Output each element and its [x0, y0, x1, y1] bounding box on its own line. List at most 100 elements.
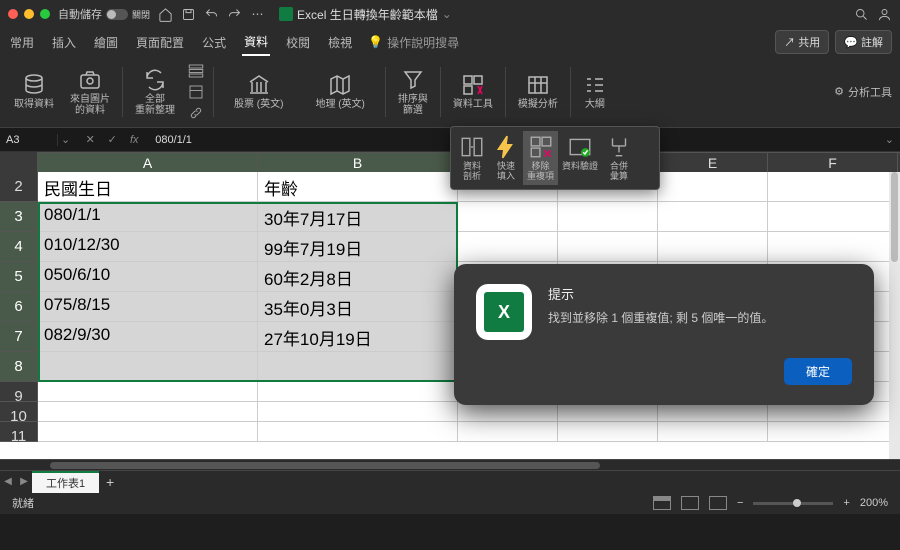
minimize-icon[interactable]	[24, 9, 34, 19]
cell-B10[interactable]	[258, 402, 458, 422]
account-icon[interactable]	[877, 7, 892, 22]
cell-F11[interactable]	[768, 422, 898, 442]
ok-button[interactable]: 確定	[784, 358, 852, 385]
queries-icon[interactable]	[187, 62, 205, 80]
row-header-5[interactable]: 5	[0, 262, 38, 292]
enter-icon[interactable]: ✓	[101, 129, 123, 151]
cell-B3[interactable]: 30年7月17日	[258, 202, 458, 232]
cell-C3[interactable]	[458, 202, 558, 232]
row-header-7[interactable]: 7	[0, 322, 38, 352]
sort-filter-button[interactable]: 排序與 篩選	[392, 61, 434, 123]
tab-校閱[interactable]: 校閱	[284, 30, 312, 55]
row-header-2[interactable]: 2	[0, 172, 38, 202]
horizontal-scrollbar[interactable]	[0, 459, 900, 470]
maximize-icon[interactable]	[40, 9, 50, 19]
next-sheet-icon[interactable]: ▶	[16, 476, 32, 487]
tab-資料[interactable]: 資料	[242, 29, 270, 56]
cell-D11[interactable]	[558, 422, 658, 442]
tab-公式[interactable]: 公式	[200, 30, 228, 55]
cell-F3[interactable]	[768, 202, 898, 232]
cell-A3[interactable]: 080/1/1	[38, 202, 258, 232]
add-sheet-button[interactable]: +	[99, 474, 121, 490]
cell-E10[interactable]	[658, 402, 768, 422]
tab-常用[interactable]: 常用	[8, 30, 36, 55]
cell-E11[interactable]	[658, 422, 768, 442]
geography-button[interactable]: 地理 (英文)	[301, 61, 378, 123]
zoom-in-button[interactable]: +	[843, 497, 849, 509]
sheet-tab-1[interactable]: 工作表1	[32, 471, 99, 493]
vertical-scrollbar[interactable]	[889, 172, 900, 459]
data-tools-button[interactable]: 資料工具	[447, 61, 499, 123]
autosave-toggle[interactable]: 自動儲存 關閉	[58, 6, 150, 22]
cell-F4[interactable]	[768, 232, 898, 262]
stocks-button[interactable]: 股票 (英文)	[220, 61, 297, 123]
more-icon[interactable]: ⋯	[250, 7, 265, 22]
document-title[interactable]: Excel 生日轉換年齡範本檔 ⌄	[279, 6, 452, 23]
cell-F10[interactable]	[768, 402, 898, 422]
row-header-6[interactable]: 6	[0, 292, 38, 322]
cell-B9[interactable]	[258, 382, 458, 402]
cell-A8[interactable]	[38, 352, 258, 382]
close-icon[interactable]	[8, 9, 18, 19]
popup-item-4[interactable]: 合併 彙算	[602, 131, 636, 185]
outline-button[interactable]: 大綱	[577, 61, 613, 123]
popup-item-2[interactable]: 移除 重複項	[523, 131, 558, 185]
cell-D3[interactable]	[558, 202, 658, 232]
tab-檢視[interactable]: 檢視	[326, 30, 354, 55]
toggle-icon[interactable]	[106, 9, 128, 20]
cell-B5[interactable]: 60年2月8日	[258, 262, 458, 292]
row-header-8[interactable]: 8	[0, 352, 38, 382]
col-header-E[interactable]: E	[658, 153, 768, 172]
zoom-level[interactable]: 200%	[860, 497, 888, 509]
tab-頁面配置[interactable]: 頁面配置	[134, 30, 186, 55]
row-header-9[interactable]: 9	[0, 382, 38, 402]
select-all-corner[interactable]	[0, 152, 38, 172]
page-layout-view-icon[interactable]	[681, 496, 699, 510]
get-data-button[interactable]: 取得資料	[8, 61, 60, 123]
cell-A4[interactable]: 010/12/30	[38, 232, 258, 262]
row-header-10[interactable]: 10	[0, 402, 38, 422]
row-header-3[interactable]: 3	[0, 202, 38, 232]
cell-B4[interactable]: 99年7月19日	[258, 232, 458, 262]
save-icon[interactable]	[181, 7, 196, 22]
cell-B11[interactable]	[258, 422, 458, 442]
home-icon[interactable]	[158, 7, 173, 22]
whatif-button[interactable]: 模擬分析	[512, 61, 564, 123]
cell-A7[interactable]: 082/9/30	[38, 322, 258, 352]
popup-item-0[interactable]: 資料 剖析	[455, 131, 489, 185]
cell-A5[interactable]: 050/6/10	[38, 262, 258, 292]
cell-C11[interactable]	[458, 422, 558, 442]
search-icon[interactable]	[854, 7, 869, 22]
expand-formula-icon[interactable]: ⌄	[879, 133, 900, 146]
properties-icon[interactable]	[187, 83, 205, 101]
fx-icon[interactable]: fx	[123, 129, 145, 151]
tell-me-search[interactable]: 💡操作說明搜尋	[368, 34, 459, 51]
cell-D4[interactable]	[558, 232, 658, 262]
col-header-A[interactable]: A	[38, 153, 258, 172]
row-header-4[interactable]: 4	[0, 232, 38, 262]
popup-item-3[interactable]: 資料驗證	[558, 131, 602, 185]
cell-B8[interactable]	[258, 352, 458, 382]
redo-icon[interactable]	[227, 7, 242, 22]
tab-繪圖[interactable]: 繪圖	[92, 30, 120, 55]
zoom-out-button[interactable]: −	[737, 497, 743, 509]
cell-A10[interactable]	[38, 402, 258, 422]
cell-C10[interactable]	[458, 402, 558, 422]
zoom-slider[interactable]	[753, 502, 833, 505]
page-break-view-icon[interactable]	[709, 496, 727, 510]
share-button[interactable]: ↗ 共用	[775, 30, 829, 54]
cell-F2[interactable]	[768, 172, 898, 202]
cell-B2[interactable]: 年齡	[258, 172, 458, 202]
prev-sheet-icon[interactable]: ◀	[0, 476, 16, 487]
cell-A11[interactable]	[38, 422, 258, 442]
cell-A6[interactable]: 075/8/15	[38, 292, 258, 322]
row-header-11[interactable]: 11	[0, 422, 38, 442]
normal-view-icon[interactable]	[653, 496, 671, 510]
cell-A2[interactable]: 民國生日	[38, 172, 258, 202]
cell-E4[interactable]	[658, 232, 768, 262]
tab-插入[interactable]: 插入	[50, 30, 78, 55]
cell-E3[interactable]	[658, 202, 768, 232]
links-icon[interactable]	[187, 104, 205, 122]
analysis-tools-button[interactable]: ⚙分析工具	[834, 84, 892, 100]
cell-E2[interactable]	[658, 172, 768, 202]
